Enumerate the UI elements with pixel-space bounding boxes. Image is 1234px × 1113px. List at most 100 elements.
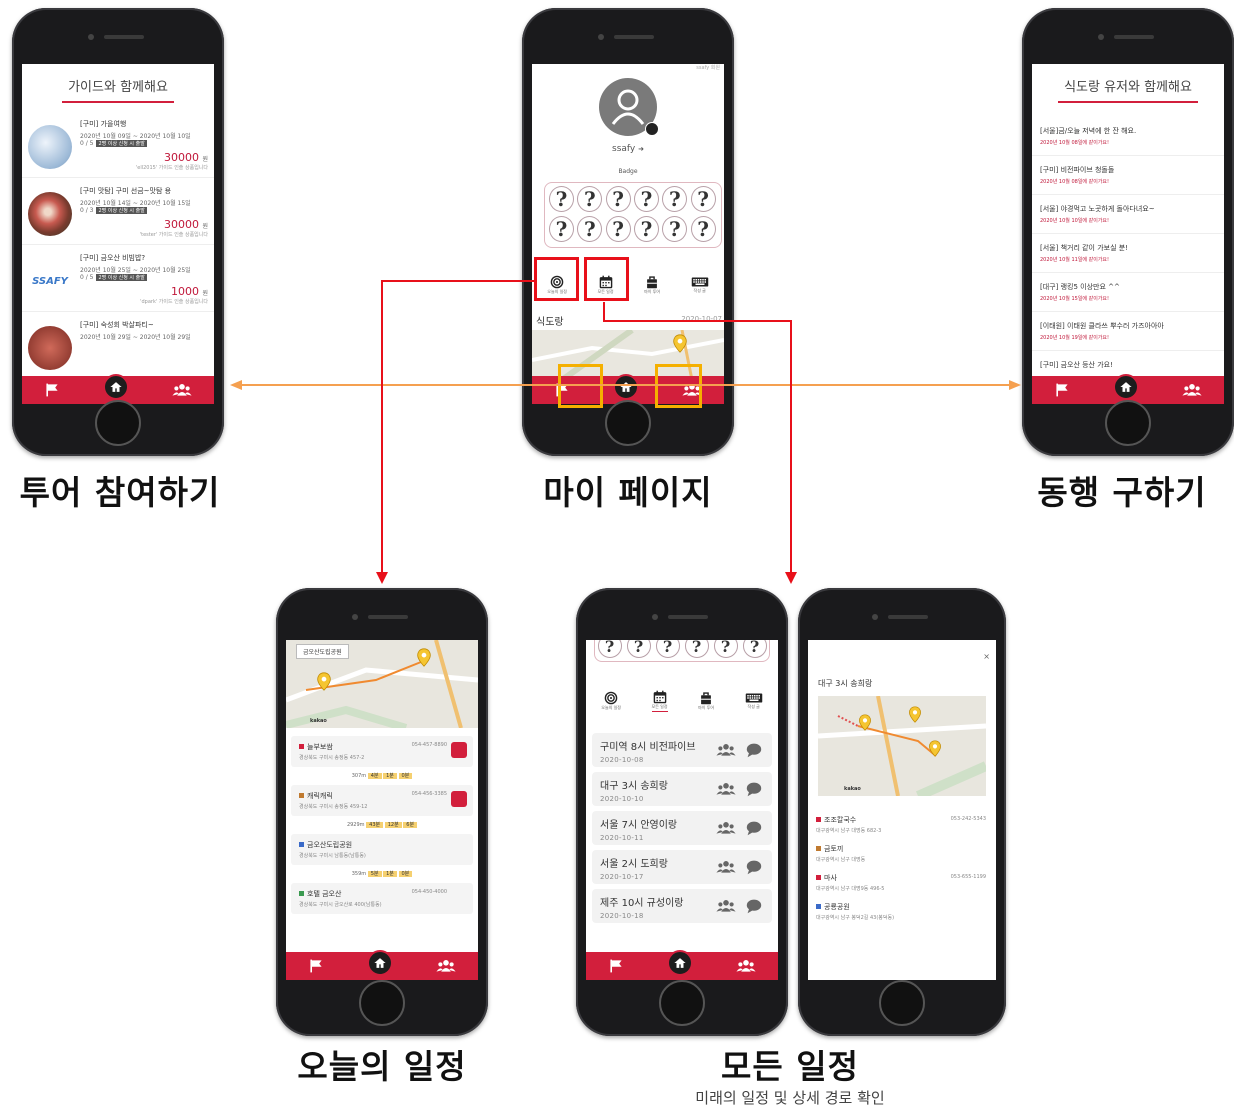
tab-posts[interactable]: 작성 글 [745, 692, 763, 710]
tab-mytour[interactable]: 마이 투어 [644, 275, 660, 295]
route-map[interactable]: 금오산도립공원 kakao [286, 640, 478, 732]
companion-post[interactable]: [서울] 책거리 같이 가보실 분! 2020년 10월 11일에 같이가요! [1032, 234, 1224, 273]
badge-unknown[interactable]: ? [577, 216, 603, 242]
stop-name: 마사 [824, 874, 837, 882]
badge-unknown[interactable]: ? [549, 186, 574, 212]
users-icon[interactable] [1182, 382, 1202, 398]
kakao-taxi-icon[interactable] [451, 791, 467, 807]
companion-post[interactable]: [서울] 야경먹고 노곳하게 돌아다녀요~ 2020년 10월 10일에 같이가요… [1032, 195, 1224, 234]
badge-unknown[interactable]: ? [684, 640, 709, 658]
user-caption: ssafy 회원 [696, 65, 720, 71]
tab-posts[interactable]: 작성 글 [691, 276, 709, 294]
companion-post[interactable]: [이태원] 이태원 클라쓰 뿌수러 가즈아아아 2020년 10월 19일에 같이… [1032, 312, 1224, 351]
flag-icon[interactable] [1054, 382, 1070, 398]
badge-unknown[interactable]: ? [605, 186, 631, 212]
companion-post[interactable]: [구미] 비전파이브 청돌돌 2020년 10월 08일에 같이가요! [1032, 156, 1224, 195]
map-pin-icon [908, 706, 922, 723]
badge-unknown[interactable]: ? [597, 640, 622, 658]
post-title: [서울] 야경먹고 노곳하게 돌아다녀요~ [1040, 205, 1155, 213]
badge-unknown[interactable]: ? [713, 640, 738, 658]
badge-unknown[interactable]: ? [662, 216, 688, 242]
tour-item[interactable]: [구미] 숙성회 박살파티~ 2020년 10월 29일 ~ 2020년 10월… [22, 312, 214, 376]
tab-all[interactable]: 모든 일정 [651, 690, 668, 712]
home-icon[interactable] [1112, 374, 1139, 400]
home-icon[interactable] [102, 374, 129, 400]
schedule-stop[interactable]: 호텔 금오산 경상북도 구미시 금오산로 400(남통동) 054-450-4000 [291, 883, 473, 914]
badge-unknown[interactable]: ? [634, 216, 659, 242]
badge-unknown[interactable]: ? [634, 186, 659, 212]
stop-name-row: 공룡공원 [816, 902, 988, 912]
schedule-item[interactable]: 서울 7시 안영이랑 2020-10-11 [592, 811, 772, 845]
home-icon[interactable] [366, 950, 393, 976]
schedule-stop[interactable]: 늘부보쌈 경상북도 구미시 송정동 457-2 054-457-8890 [291, 736, 473, 767]
tour-item[interactable]: [구미 맛탐] 구미 선금~맛탐 용 2020년 10월 14일 ~ 2020년… [22, 178, 214, 245]
companion-post[interactable]: [서울]금/오늘 저녁에 한 잔 해요. 2020년 10월 08일에 같이가요! [1032, 117, 1224, 156]
badge-unknown[interactable]: ? [690, 186, 716, 212]
flag-icon[interactable] [608, 958, 624, 974]
badge-unknown[interactable]: ? [605, 216, 631, 242]
place-type-icon [299, 744, 304, 749]
detail-stop[interactable]: 마사 대구광역시 남구 대명9동 496-5 053-655-1199 [808, 868, 996, 897]
flag-icon[interactable] [44, 382, 60, 398]
username: ssafy [612, 144, 636, 154]
chat-icon[interactable] [746, 859, 762, 878]
tour-item[interactable]: [구미] 가을여행 2020년 10월 09일 ~ 2020년 10월 10일 … [22, 111, 214, 178]
phone-home-button[interactable] [95, 400, 141, 446]
badge-unknown[interactable]: ? [577, 186, 603, 212]
tour-item[interactable]: SSAFY [구미] 금오산 비빔밥? 2020년 10월 25일 ~ 2020… [22, 245, 214, 312]
users-icon[interactable] [716, 859, 736, 878]
badge-unknown[interactable]: ? [626, 640, 651, 658]
schedule-item[interactable]: 구미역 8시 비전파이브 2020-10-08 [592, 733, 772, 767]
tab-label: 마이 투어 [698, 705, 715, 710]
schedule-title: 구미역 8시 비전파이브 [600, 742, 696, 753]
tour-guide: 'ell2015' 가이드 인솔 상품입니다 [135, 165, 208, 171]
chat-icon[interactable] [746, 820, 762, 839]
badge-unknown[interactable]: ? [655, 640, 680, 658]
chat-icon[interactable] [746, 781, 762, 800]
walk-time: 4분 [367, 773, 382, 779]
tab-mytour[interactable]: 마이 투어 [698, 691, 714, 711]
users-icon[interactable] [716, 898, 736, 917]
detail-route-map[interactable]: kakao [817, 695, 989, 801]
price-unit: 원 [202, 290, 208, 297]
phone-home-button[interactable] [659, 980, 705, 1026]
badge-unknown[interactable]: ? [742, 640, 767, 658]
phone-home-button[interactable] [1105, 400, 1151, 446]
logout-icon[interactable]: ➜ [638, 145, 644, 153]
companion-post[interactable]: [대구] 랭킹5 이상만요 ^^ 2020년 10월 15일에 같이가요! [1032, 273, 1224, 312]
chat-icon[interactable] [746, 742, 762, 761]
kakao-taxi-icon[interactable] [451, 742, 467, 758]
stop-address: 대구광역시 남구 대명9동 496-5 [816, 886, 885, 892]
schedule-stop[interactable]: 캐릭캐릭 경상북도 구미시 송정동 459-12 054-456-3385 [291, 785, 473, 816]
flag-icon[interactable] [308, 958, 324, 974]
detail-stop[interactable]: 조조칼국수 대구광역시 남구 대명동 682-3 053-242-5343 [808, 810, 996, 839]
close-icon[interactable]: × [983, 652, 990, 661]
schedule-item[interactable]: 제주 10시 규성이랑 2020-10-18 [592, 889, 772, 923]
detail-stop[interactable]: 공룡공원대구광역시 남구 봉덕2길 43(봉덕동) [808, 897, 996, 926]
users-icon[interactable] [736, 958, 756, 974]
phone-home-button[interactable] [359, 980, 405, 1026]
users-icon[interactable] [436, 958, 456, 974]
badge-unknown[interactable]: ? [662, 186, 688, 212]
camera-icon[interactable] [645, 122, 659, 136]
badge-unknown[interactable]: ? [549, 216, 574, 242]
badge-unknown[interactable]: ? [690, 216, 716, 242]
schedule-item[interactable]: 대구 3시 송희랑 2020-10-10 [592, 772, 772, 806]
home-icon[interactable] [612, 374, 639, 400]
schedule-item[interactable]: 서울 2시 도희랑 2020-10-17 [592, 850, 772, 884]
schedule-stop[interactable]: 금오산도립공원 경상북도 구미시 남통동(남통동) [291, 834, 473, 865]
users-icon[interactable] [716, 781, 736, 800]
profile-avatar[interactable] [599, 78, 659, 136]
chat-icon[interactable] [746, 898, 762, 917]
users-icon[interactable] [716, 820, 736, 839]
users-icon[interactable] [716, 742, 736, 761]
users-icon[interactable] [172, 382, 192, 398]
phone-home-button[interactable] [605, 400, 651, 446]
stop-address: 대구광역시 남구 봉덕2길 43(봉덕동) [816, 915, 895, 921]
schedule-detail-screen: × 대구 3시 송희랑 kakao 조조칼국수 대구광역시 남구 대명동 682-… [808, 640, 996, 980]
tab-today[interactable]: 오늘의 일정 [601, 691, 621, 711]
detail-stop[interactable]: 금토끼 대구광역시 남구 대명동 [808, 839, 996, 868]
home-icon[interactable] [666, 950, 693, 976]
stop-name: 캐릭캐릭 [307, 792, 333, 800]
phone-home-button[interactable] [879, 980, 925, 1026]
